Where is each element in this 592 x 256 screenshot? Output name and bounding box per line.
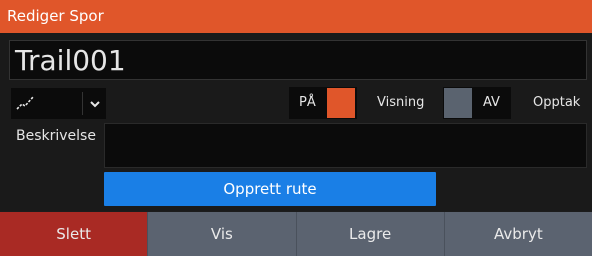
description-label: Beskrivelse (16, 128, 96, 144)
visning-toggle-indicator (327, 88, 355, 118)
chevron-down-icon (90, 101, 100, 108)
dialog-titlebar: Rediger Spor (0, 0, 592, 33)
trail-name-field[interactable]: Trail001 (9, 40, 587, 80)
save-button[interactable]: Lagre (295, 212, 444, 256)
description-field[interactable] (104, 123, 587, 168)
delete-button[interactable]: Slett (0, 212, 148, 256)
action-bar: Slett Vis Lagre Avbryt (0, 212, 592, 256)
opptak-toggle-indicator (444, 88, 472, 118)
line-style-dropdown[interactable] (11, 88, 106, 119)
dropdown-divider (82, 92, 83, 115)
opptak-label: Opptak (533, 95, 581, 110)
visning-toggle[interactable]: PÅ (289, 87, 357, 119)
line-style-icon (16, 96, 34, 110)
create-route-button[interactable]: Opprett rute (104, 172, 436, 206)
visning-toggle-label: PÅ (299, 95, 316, 110)
opptak-toggle[interactable]: AV (443, 87, 511, 119)
cancel-button[interactable]: Avbryt (443, 212, 592, 256)
show-button[interactable]: Vis (147, 212, 296, 256)
visning-label: Visning (377, 95, 425, 110)
opptak-toggle-label: AV (483, 95, 500, 110)
dialog-title: Rediger Spor (7, 7, 104, 25)
trail-name-value: Trail001 (15, 44, 126, 77)
